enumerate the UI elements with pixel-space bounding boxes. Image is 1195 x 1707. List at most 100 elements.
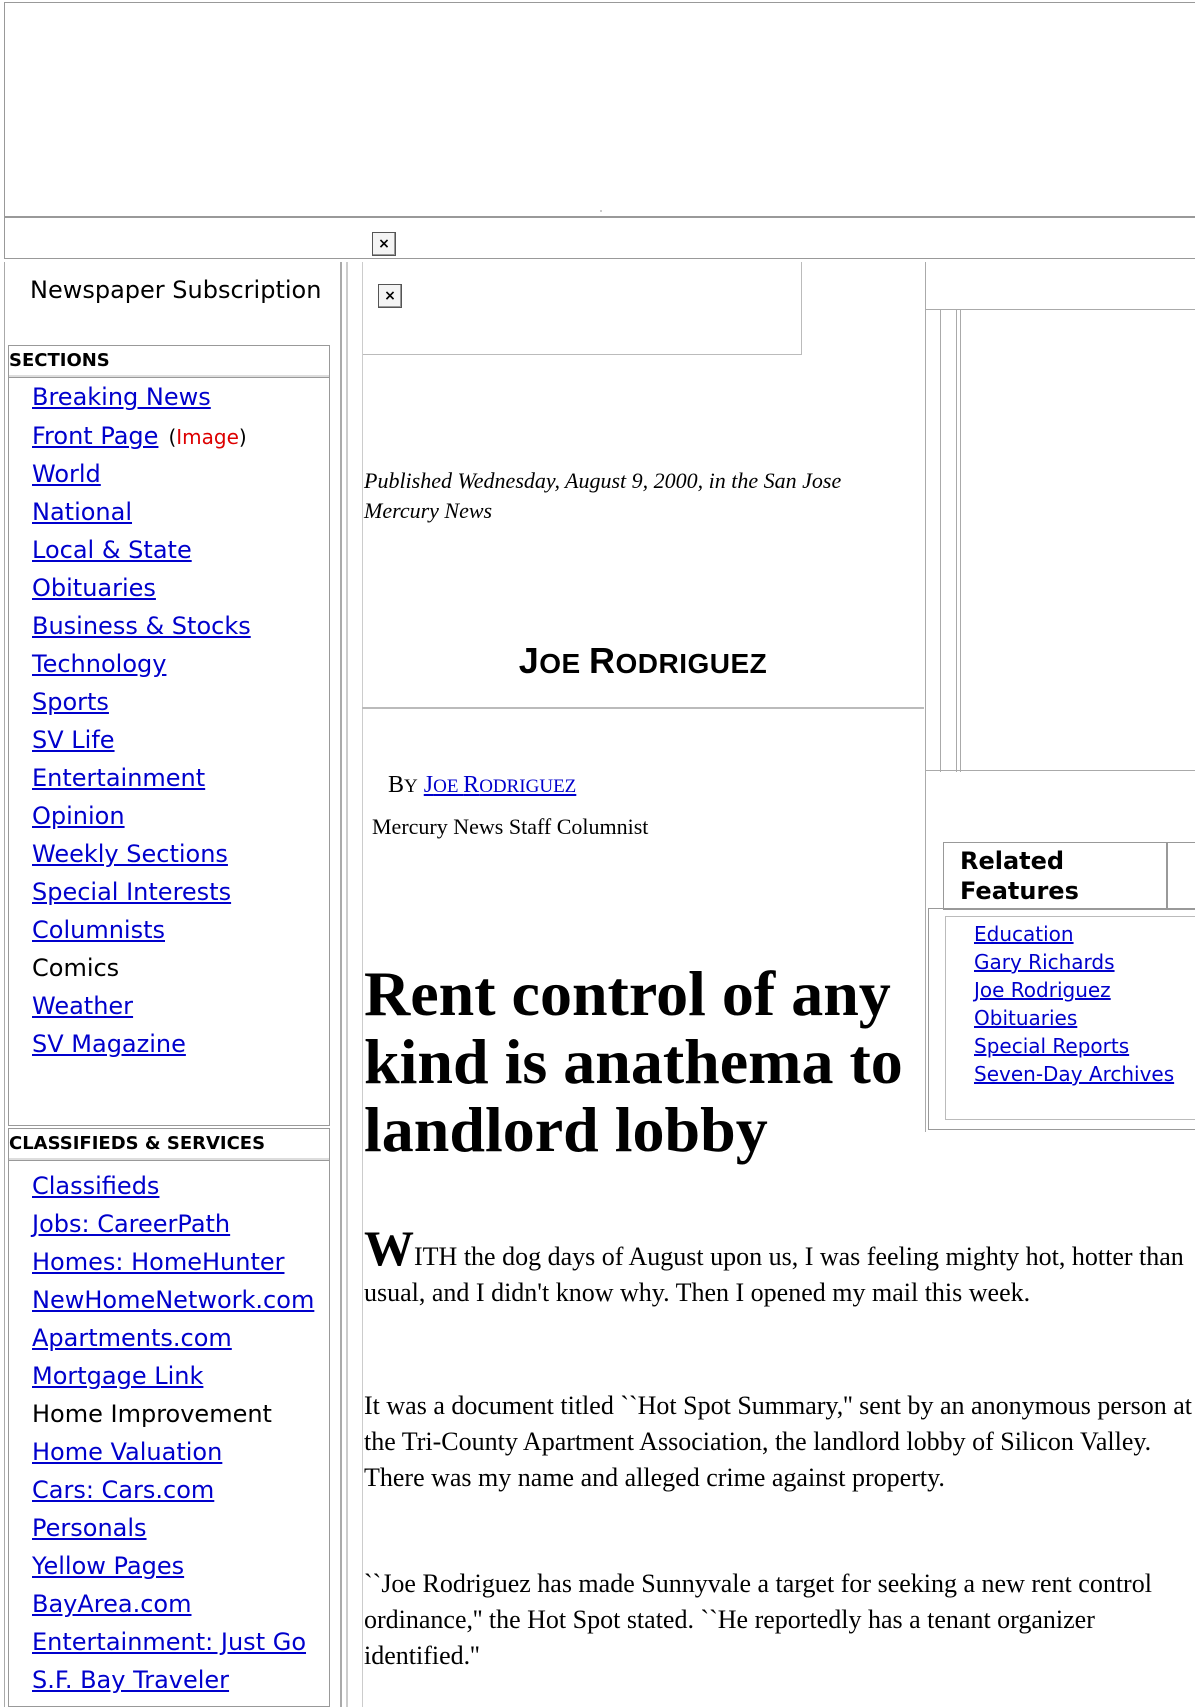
- center-ad-box: [362, 262, 802, 355]
- classifieds-link-personals[interactable]: Personals: [32, 1514, 147, 1542]
- sidebar-item-local-state[interactable]: Local & State: [32, 536, 192, 564]
- author-link[interactable]: JOE RODRIGUEZ: [424, 772, 577, 798]
- newspaper-subscription[interactable]: Newspaper Subscription: [30, 276, 321, 304]
- classifieds-item-jobs-careerpath[interactable]: Jobs: CareerPath: [32, 1210, 230, 1238]
- column-title-oe: OE: [539, 648, 589, 679]
- article-headline: Rent control of any kind is anathema to …: [364, 958, 903, 1165]
- classifieds-link-homes-homehunter[interactable]: Homes: HomeHunter: [32, 1248, 284, 1276]
- sidebar-link-special-interests[interactable]: Special Interests: [32, 878, 231, 906]
- sidebar-link-national[interactable]: National: [32, 498, 132, 526]
- related-link-gary-richards[interactable]: Gary Richards: [974, 950, 1115, 974]
- related-link-seven-day-archives[interactable]: Seven-Day Archives: [974, 1062, 1174, 1086]
- left-column-edge: [4, 262, 5, 1707]
- classifieds-item-personals[interactable]: Personals: [32, 1514, 147, 1542]
- byline-b: B: [388, 772, 405, 798]
- related-link-education[interactable]: Education: [974, 922, 1074, 946]
- classifieds-link-entertainment-just-go[interactable]: Entertainment: Just Go: [32, 1628, 306, 1656]
- sidebar-link-local-state[interactable]: Local & State: [32, 536, 192, 564]
- sidebar-item-national[interactable]: National: [32, 498, 132, 526]
- right-column-edge: [925, 262, 926, 1132]
- left-column-divider-inner: [346, 262, 348, 1707]
- classifieds-item-home-improvement: Home Improvement: [32, 1400, 272, 1428]
- broken-image-icon: ×: [372, 232, 396, 256]
- classifieds-item-classifieds[interactable]: Classifieds: [32, 1172, 159, 1200]
- sidebar-item-weather[interactable]: Weather: [32, 992, 133, 1020]
- classifieds-item-entertainment-just-go[interactable]: Entertainment: Just Go: [32, 1628, 306, 1656]
- classifieds-link-cars-cars-com[interactable]: Cars: Cars.com: [32, 1476, 214, 1504]
- classifieds-item-bayarea-com[interactable]: BayArea.com: [32, 1590, 192, 1618]
- sidebar-link-world[interactable]: World: [32, 460, 101, 488]
- related-header-spacer: [1167, 842, 1195, 910]
- byline-y: Y: [404, 776, 418, 797]
- sidebar-link-weather[interactable]: Weather: [32, 992, 133, 1020]
- classifieds-item-yellow-pages[interactable]: Yellow Pages: [32, 1552, 184, 1580]
- right-top-rule: [925, 309, 1195, 310]
- sidebar-link-columnists[interactable]: Columnists: [32, 916, 165, 944]
- classifieds-link-yellow-pages[interactable]: Yellow Pages: [32, 1552, 184, 1580]
- sidebar-label-comics: Comics: [32, 954, 120, 982]
- sidebar-item-weekly-sections[interactable]: Weekly Sections: [32, 840, 228, 868]
- sidebar-item-sv-magazine[interactable]: SV Magazine: [32, 1030, 186, 1058]
- column-title-rule: [362, 707, 924, 709]
- classifieds-link-mortgage-link[interactable]: Mortgage Link: [32, 1362, 203, 1390]
- sidebar-item-obituaries[interactable]: Obituaries: [32, 574, 156, 602]
- sidebar-item-breaking-news[interactable]: Breaking News: [32, 383, 211, 411]
- sections-header: SECTIONS: [8, 345, 330, 378]
- classifieds-link-apartments-com[interactable]: Apartments.com: [32, 1324, 232, 1352]
- sidebar-link-sv-life[interactable]: SV Life: [32, 726, 115, 754]
- sidebar-item-front-page[interactable]: Front Page (Image): [32, 422, 247, 450]
- right-frame-line: [956, 310, 957, 772]
- classifieds-link-newhomenetwork-com[interactable]: NewHomeNetwork.com: [32, 1286, 314, 1314]
- article-paragraph-3: ``Joe Rodriguez has made Sunnyvale a tar…: [364, 1569, 1152, 1670]
- sidebar-link-breaking-news[interactable]: Breaking News: [32, 383, 211, 411]
- right-frame-bottom: [925, 770, 1195, 771]
- classifieds-item-apartments-com[interactable]: Apartments.com: [32, 1324, 232, 1352]
- broken-image-icon: ×: [378, 284, 402, 308]
- sidebar-link-sv-magazine[interactable]: SV Magazine: [32, 1030, 186, 1058]
- sidebar-item-opinion[interactable]: Opinion: [32, 802, 125, 830]
- sidebar-link-opinion[interactable]: Opinion: [32, 802, 125, 830]
- sidebar-item-technology[interactable]: Technology: [32, 650, 166, 678]
- classifieds-item-homes-homehunter[interactable]: Homes: HomeHunter: [32, 1248, 284, 1276]
- sidebar-link-obituaries[interactable]: Obituaries: [32, 574, 156, 602]
- dropcap: W: [364, 1220, 414, 1276]
- sidebar-item-entertainment[interactable]: Entertainment: [32, 764, 205, 792]
- center-left-edge: [362, 262, 363, 1707]
- classifieds-item-s-f-bay-traveler[interactable]: S.F. Bay Traveler: [32, 1666, 229, 1694]
- author-odriguez: ODRIGUEZ: [479, 776, 577, 797]
- sidebar-link-sports[interactable]: Sports: [32, 688, 109, 716]
- sidebar-link-entertainment[interactable]: Entertainment: [32, 764, 205, 792]
- column-title-r: R: [588, 640, 616, 681]
- classifieds-header: CLASSIFIEDS & SERVICES: [8, 1128, 330, 1161]
- classifieds-link-classifieds[interactable]: Classifieds: [32, 1172, 159, 1200]
- classifieds-item-mortgage-link[interactable]: Mortgage Link: [32, 1362, 203, 1390]
- related-link-obituaries[interactable]: Obituaries: [974, 1006, 1077, 1030]
- classifieds-item-newhomenetwork-com[interactable]: NewHomeNetwork.com: [32, 1286, 314, 1314]
- sidebar-item-comics: Comics: [32, 954, 119, 982]
- classifieds-link-s-f-bay-traveler[interactable]: S.F. Bay Traveler: [32, 1666, 229, 1694]
- sidebar-link-technology[interactable]: Technology: [32, 650, 166, 678]
- front-page-image-link[interactable]: Image: [176, 425, 239, 449]
- sidebar-item-columnists[interactable]: Columnists: [32, 916, 165, 944]
- sidebar-item-sv-life[interactable]: SV Life: [32, 726, 115, 754]
- classifieds-item-home-valuation[interactable]: Home Valuation: [32, 1438, 222, 1466]
- sidebar-link-business-stocks[interactable]: Business & Stocks: [32, 612, 251, 640]
- related-link-joe-rodriguez[interactable]: Joe Rodriguez: [974, 978, 1111, 1002]
- sidebar-item-business-stocks[interactable]: Business & Stocks: [32, 612, 251, 640]
- classifieds-item-cars-cars-com[interactable]: Cars: Cars.com: [32, 1476, 214, 1504]
- sidebar-link-front-page[interactable]: Front Page: [32, 422, 158, 450]
- classifieds-link-home-valuation[interactable]: Home Valuation: [32, 1438, 222, 1466]
- sidebar-item-sports[interactable]: Sports: [32, 688, 109, 716]
- classifieds-link-bayarea-com[interactable]: BayArea.com: [32, 1590, 192, 1618]
- sidebar-link-weekly-sections[interactable]: Weekly Sections: [32, 840, 228, 868]
- column-title: JOE RODRIGUEZ: [362, 640, 924, 682]
- classifieds-link-jobs-careerpath[interactable]: Jobs: CareerPath: [32, 1210, 230, 1238]
- author-r: R: [463, 772, 480, 798]
- left-column-divider: [340, 262, 342, 1707]
- sidebar-item-special-interests[interactable]: Special Interests: [32, 878, 231, 906]
- related-link-special-reports[interactable]: Special Reports: [974, 1034, 1129, 1058]
- right-frame-line: [960, 310, 961, 772]
- paren-close: ): [238, 425, 247, 449]
- sidebar-item-world[interactable]: World: [32, 460, 101, 488]
- ad-banner: [4, 2, 1195, 217]
